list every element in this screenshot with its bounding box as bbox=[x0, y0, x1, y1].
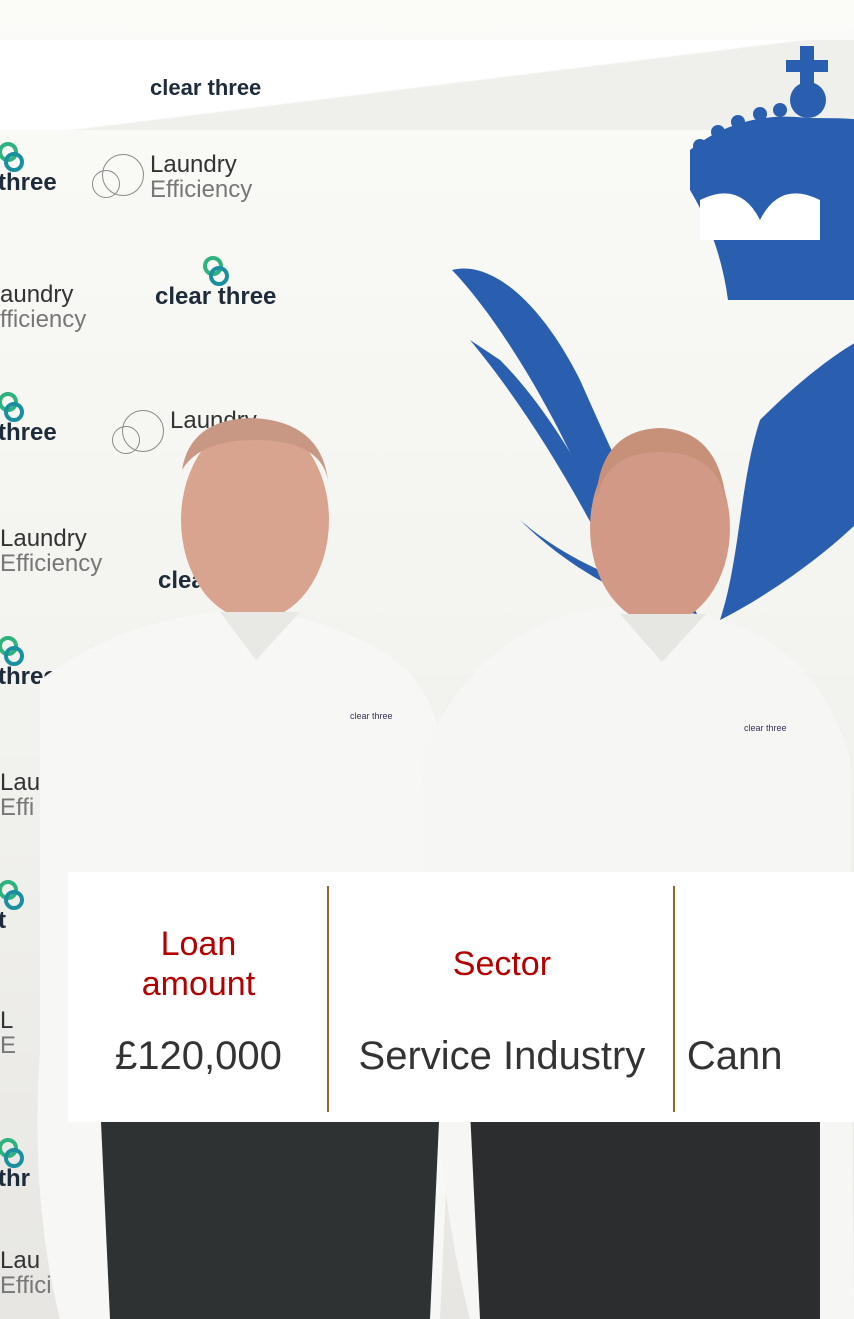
third-value: Cann bbox=[686, 1034, 783, 1078]
sector-label: Sector bbox=[452, 945, 552, 983]
sector-column: Sector Service Industry bbox=[329, 872, 675, 1122]
loan-amount-label: Loan amount bbox=[141, 925, 256, 1003]
loan-amount-value: £120,000 bbox=[115, 1034, 282, 1078]
sector-value: Service Industry bbox=[358, 1034, 646, 1078]
left-man bbox=[37, 418, 450, 1319]
loan-amount-column: Loan amount £120,000 bbox=[68, 872, 329, 1122]
shirt-logo-left: clear three bbox=[350, 711, 393, 721]
third-column: Cann bbox=[675, 872, 854, 1122]
shirt-logo-right: clear three bbox=[744, 723, 787, 733]
loan-info-card: Loan amount £120,000 Sector Service Indu… bbox=[68, 872, 854, 1122]
